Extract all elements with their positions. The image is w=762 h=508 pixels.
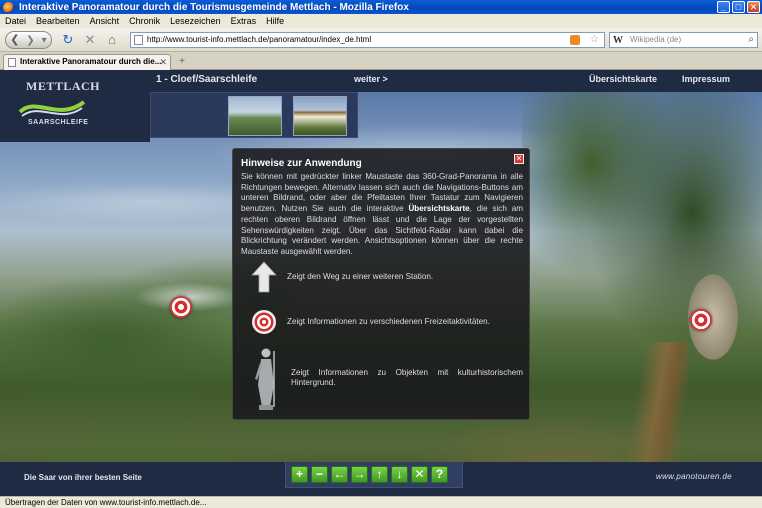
window-title-bar[interactable]: Interaktive Panoramatour durch die Touri… — [0, 0, 762, 14]
status-text: Übertragen der Daten von www.tourist-inf… — [5, 498, 207, 507]
new-tab-button[interactable]: + — [175, 55, 189, 69]
close-window-button[interactable]: ✕ — [747, 1, 760, 13]
fullscreen-button[interactable]: ✕ — [411, 466, 428, 483]
saar-swoosh-icon — [18, 100, 86, 117]
back-button[interactable]: ❮ — [6, 32, 24, 48]
menu-lesezeichen[interactable]: Lesezeichen — [170, 16, 221, 26]
page-icon — [134, 35, 143, 45]
tab-bar: Interaktive Panoramatour durch die... ✕ … — [0, 52, 762, 70]
dialog-close-button[interactable]: ✕ — [514, 154, 524, 164]
arrow-up-icon — [251, 261, 277, 293]
credit-link[interactable]: www.panotouren.de — [656, 472, 732, 481]
history-dropdown-icon[interactable]: ▾ — [37, 35, 51, 46]
rock-outcrop — [678, 252, 748, 382]
pan-right-button[interactable]: → — [351, 466, 368, 483]
minimize-button[interactable]: _ — [717, 1, 730, 13]
tab-label: Interaktive Panoramatour durch die... — [20, 57, 162, 66]
menu-bearbeiten[interactable]: Bearbeiten — [36, 16, 80, 26]
status-bar: Übertragen der Daten von www.tourist-inf… — [0, 496, 762, 508]
zoom-out-button[interactable]: − — [311, 466, 328, 483]
search-input[interactable]: W Wikipedia (de) ⌕ — [609, 32, 758, 48]
menu-extras[interactable]: Extras — [231, 16, 257, 26]
pan-up-button[interactable]: ↑ — [371, 466, 388, 483]
legend-row-hotspot: Zeigt Informationen zu verschiedenen Fre… — [251, 309, 517, 335]
usage-hints-dialog: Hinweise zur Anwendung ✕ Sie können mit … — [232, 148, 530, 420]
wikipedia-icon[interactable]: W — [613, 34, 623, 48]
window-title: Interaktive Panoramatour durch die Touri… — [19, 1, 409, 13]
menu-chronik[interactable]: Chronik — [129, 16, 160, 26]
legend-arrow-text: Zeigt den Weg zu einer weiteren Station. — [287, 271, 434, 281]
overview-map-link[interactable]: Übersichtskarte — [589, 74, 657, 84]
legend-statue-text: Zeigt Informationen zu Objekten mit kult… — [291, 367, 523, 388]
logo-title: METTLACH — [26, 79, 101, 93]
thumbnail-building[interactable] — [293, 96, 347, 136]
maximize-button[interactable]: □ — [732, 1, 745, 13]
pan-left-button[interactable]: ← — [331, 466, 348, 483]
legend-row-arrow: Zeigt den Weg zu einer weiteren Station. — [251, 261, 517, 293]
menu-datei[interactable]: Datei — [5, 16, 26, 26]
hotspot-right[interactable] — [690, 309, 712, 331]
url-text: http://www.tourist-info.mettlach.de/pano… — [147, 35, 372, 44]
station-title: 1 - Cloef/Saarschleife — [156, 74, 258, 85]
hotspot-left[interactable] — [170, 296, 192, 318]
mettlach-logo[interactable]: METTLACH SAARSCHLEIFE — [0, 70, 150, 142]
navigation-toolbar: ❮ ❯ ▾ ↻ ✕ ⌂ http://www.tourist-info.mett… — [0, 28, 762, 52]
pan-down-button[interactable]: ↓ — [391, 466, 408, 483]
tab-page-icon — [8, 58, 16, 67]
target-hotspot-icon — [252, 310, 276, 334]
dialog-title: Hinweise zur Anwendung — [241, 158, 362, 169]
tagline: Die Saar von ihrer besten Seite — [24, 473, 142, 482]
back-forward-group: ❮ ❯ ▾ — [5, 31, 52, 49]
station-thumbnails — [150, 92, 358, 138]
home-button[interactable]: ⌂ — [104, 32, 120, 48]
menu-bar: Datei Bearbeiten Ansicht Chronik Lesezei… — [0, 14, 762, 28]
thumbnail-saarschleife[interactable] — [228, 96, 282, 136]
dialog-text-bold: Übersichtskarte — [408, 204, 470, 214]
legend-hotspot-text: Zeigt Informationen zu verschiedenen Fre… — [287, 316, 490, 326]
navigation-controls: + − ← → ↑ ↓ ✕ ? — [285, 462, 463, 488]
zoom-in-button[interactable]: + — [291, 466, 308, 483]
tab-panoramatour[interactable]: Interaktive Panoramatour durch die... ✕ — [3, 54, 171, 70]
statue-icon — [255, 348, 275, 410]
impressum-link[interactable]: Impressum — [682, 74, 730, 84]
panorama-page: 1 - Cloef/Saarschleife weiter > Übersich… — [0, 70, 762, 496]
reload-button[interactable]: ↻ — [60, 32, 76, 48]
bookmark-star-icon[interactable]: ☆ — [590, 33, 599, 47]
stop-button[interactable]: ✕ — [82, 32, 98, 48]
menu-hilfe[interactable]: Hilfe — [266, 16, 284, 26]
forward-button[interactable]: ❯ — [24, 35, 38, 46]
firefox-icon — [3, 1, 14, 13]
search-placeholder: Wikipedia (de) — [630, 35, 682, 44]
help-button[interactable]: ? — [431, 466, 448, 483]
search-icon[interactable]: ⌕ — [748, 33, 754, 47]
legend-row-statue: Zeigt Informationen zu Objekten mit kult… — [251, 345, 523, 411]
dialog-instructions: Sie können mit gedrückter linker Maustas… — [241, 172, 523, 258]
tour-footer: Die Saar von ihrer besten Seite + − ← → … — [0, 462, 762, 496]
logo-subtitle: SAARSCHLEIFE — [28, 119, 89, 126]
url-bar[interactable]: http://www.tourist-info.mettlach.de/pano… — [130, 32, 605, 48]
next-station-link[interactable]: weiter > — [354, 74, 388, 84]
rss-feed-icon[interactable] — [570, 35, 580, 45]
menu-ansicht[interactable]: Ansicht — [90, 16, 120, 26]
tab-close-icon[interactable]: ✕ — [159, 55, 167, 69]
